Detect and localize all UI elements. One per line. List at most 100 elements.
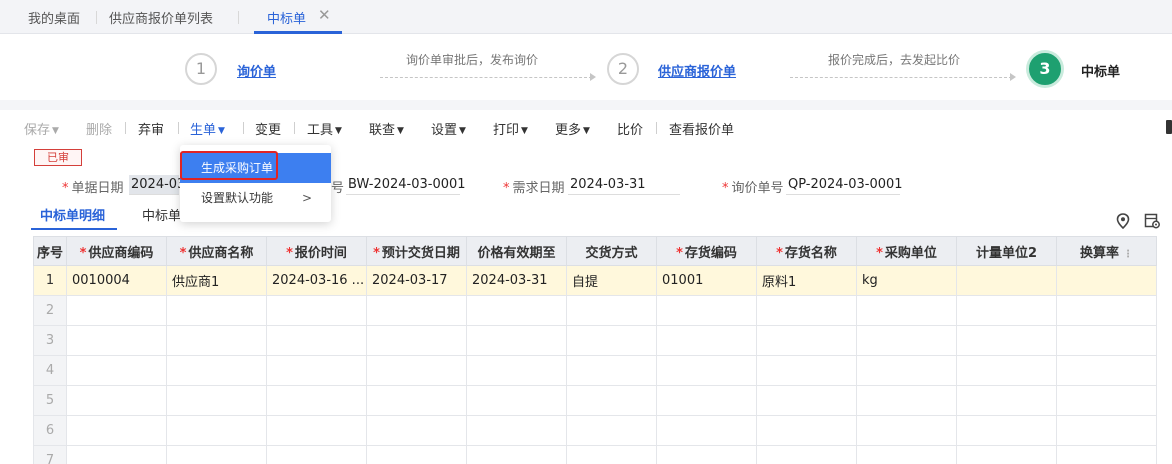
- table-cell[interactable]: [66, 295, 167, 326]
- table-cell[interactable]: [366, 385, 467, 416]
- table-cell[interactable]: [466, 355, 567, 386]
- table-cell[interactable]: [166, 295, 267, 326]
- table-cell[interactable]: 2024-03-16 ...: [266, 265, 367, 296]
- subtab-award-detail[interactable]: 中标单明细: [40, 205, 105, 224]
- table-cell[interactable]: [66, 445, 167, 464]
- table-cell[interactable]: [1056, 415, 1157, 446]
- table-cell[interactable]: [956, 265, 1057, 296]
- table-row[interactable]: 1 0010004 供应商1 2024-03-16 ... 2024-03-17 2024…: [33, 265, 1157, 296]
- column-header-purchase-unit[interactable]: * 采购单位: [856, 236, 957, 266]
- column-header-price-valid-until[interactable]: 价格有效期至: [466, 236, 567, 266]
- abandon-review-button[interactable]: 弃审: [138, 119, 164, 138]
- table-cell[interactable]: [756, 295, 857, 326]
- table-cell[interactable]: [366, 355, 467, 386]
- table-row[interactable]: 2: [33, 295, 1157, 326]
- tab-supplier-quote-list[interactable]: 供应商报价单列表: [109, 8, 213, 27]
- tab-award-bill[interactable]: 中标单: [267, 8, 306, 27]
- table-cell[interactable]: 2024-03-17: [366, 265, 467, 296]
- table-cell[interactable]: [366, 445, 467, 464]
- change-button[interactable]: 变更: [255, 119, 281, 138]
- table-cell[interactable]: [266, 445, 367, 464]
- table-row[interactable]: 5: [33, 385, 1157, 416]
- close-icon[interactable]: ✕: [318, 6, 331, 24]
- table-row[interactable]: 7: [33, 445, 1157, 464]
- set-default-function-item[interactable]: 设置默认功能 >: [180, 183, 331, 213]
- table-cell[interactable]: [66, 385, 167, 416]
- table-cell[interactable]: [956, 295, 1057, 326]
- view-quotes-button[interactable]: 查看报价单: [669, 119, 734, 138]
- table-cell[interactable]: [166, 445, 267, 464]
- table-cell[interactable]: 供应商1: [166, 265, 267, 296]
- table-cell[interactable]: [266, 415, 367, 446]
- table-cell[interactable]: [166, 415, 267, 446]
- more-button[interactable]: 更多 ▼: [555, 119, 590, 138]
- table-cell[interactable]: [956, 355, 1057, 386]
- table-cell[interactable]: 0010004: [66, 265, 167, 296]
- doc-no-field[interactable]: BW-2024-03-0001: [346, 175, 466, 195]
- table-cell[interactable]: [1056, 385, 1157, 416]
- table-cell[interactable]: [1056, 265, 1157, 296]
- column-header-item-name[interactable]: * 存货名称: [756, 236, 857, 266]
- table-cell[interactable]: [956, 385, 1057, 416]
- table-cell[interactable]: [956, 325, 1057, 356]
- table-cell[interactable]: [756, 385, 857, 416]
- table-cell[interactable]: [66, 415, 167, 446]
- table-cell[interactable]: kg: [856, 265, 957, 296]
- table-row[interactable]: 4: [33, 355, 1157, 386]
- table-row[interactable]: 3: [33, 325, 1157, 356]
- compare-button[interactable]: 比价: [617, 119, 643, 138]
- table-cell[interactable]: [166, 385, 267, 416]
- settings-button[interactable]: 设置 ▼: [431, 119, 466, 138]
- table-cell[interactable]: [1056, 295, 1157, 326]
- table-cell[interactable]: [266, 295, 367, 326]
- table-cell[interactable]: [166, 325, 267, 356]
- table-cell[interactable]: [166, 355, 267, 386]
- column-settings-icon[interactable]: [1144, 213, 1160, 229]
- print-button[interactable]: 打印 ▼: [493, 119, 528, 138]
- table-cell[interactable]: [756, 355, 857, 386]
- table-cell[interactable]: [466, 385, 567, 416]
- table-cell[interactable]: [366, 295, 467, 326]
- table-cell[interactable]: [366, 325, 467, 356]
- table-cell[interactable]: [566, 415, 657, 446]
- table-cell[interactable]: [1056, 325, 1157, 356]
- column-header-delivery-method[interactable]: 交货方式: [566, 236, 657, 266]
- table-cell[interactable]: [366, 415, 467, 446]
- column-header-supplier-code[interactable]: * 供应商编码: [66, 236, 167, 266]
- table-cell[interactable]: [856, 445, 957, 464]
- table-cell[interactable]: [66, 355, 167, 386]
- column-header-index[interactable]: 序号: [33, 236, 67, 266]
- table-row[interactable]: 6: [33, 415, 1157, 446]
- table-cell[interactable]: [66, 325, 167, 356]
- column-header-expected-delivery[interactable]: * 预计交货日期: [366, 236, 467, 266]
- tools-button[interactable]: 工具 ▼: [307, 119, 342, 138]
- column-header-unit-2[interactable]: 计量单位2: [956, 236, 1057, 266]
- tab-my-desktop[interactable]: 我的桌面: [28, 8, 80, 27]
- column-header-quote-time[interactable]: * 报价时间: [266, 236, 367, 266]
- table-cell[interactable]: [856, 295, 957, 326]
- location-icon[interactable]: [1116, 213, 1130, 229]
- table-cell[interactable]: [566, 355, 657, 386]
- step-2-link[interactable]: 供应商报价单: [658, 61, 736, 80]
- table-cell[interactable]: [566, 385, 657, 416]
- column-header-supplier-name[interactable]: * 供应商名称: [166, 236, 267, 266]
- table-cell[interactable]: [756, 325, 857, 356]
- table-cell[interactable]: [856, 415, 957, 446]
- demand-date-field[interactable]: 2024-03-31: [568, 175, 680, 195]
- column-header-conversion-rate[interactable]: 换算率 ⋮: [1056, 236, 1157, 266]
- doc-date-field[interactable]: 2024-03: [129, 175, 185, 195]
- table-cell[interactable]: [466, 415, 567, 446]
- query-button[interactable]: 联查 ▼: [369, 119, 404, 138]
- table-cell[interactable]: [1056, 355, 1157, 386]
- table-cell[interactable]: [656, 415, 757, 446]
- table-cell[interactable]: 原料1: [756, 265, 857, 296]
- table-cell[interactable]: [1056, 445, 1157, 464]
- table-cell[interactable]: [756, 415, 857, 446]
- table-cell[interactable]: [756, 445, 857, 464]
- column-header-item-code[interactable]: * 存货编码: [656, 236, 757, 266]
- table-cell[interactable]: [656, 325, 757, 356]
- table-cell[interactable]: [566, 295, 657, 326]
- generate-button[interactable]: 生单 ▼: [190, 119, 225, 138]
- table-cell[interactable]: [266, 355, 367, 386]
- table-cell[interactable]: [266, 385, 367, 416]
